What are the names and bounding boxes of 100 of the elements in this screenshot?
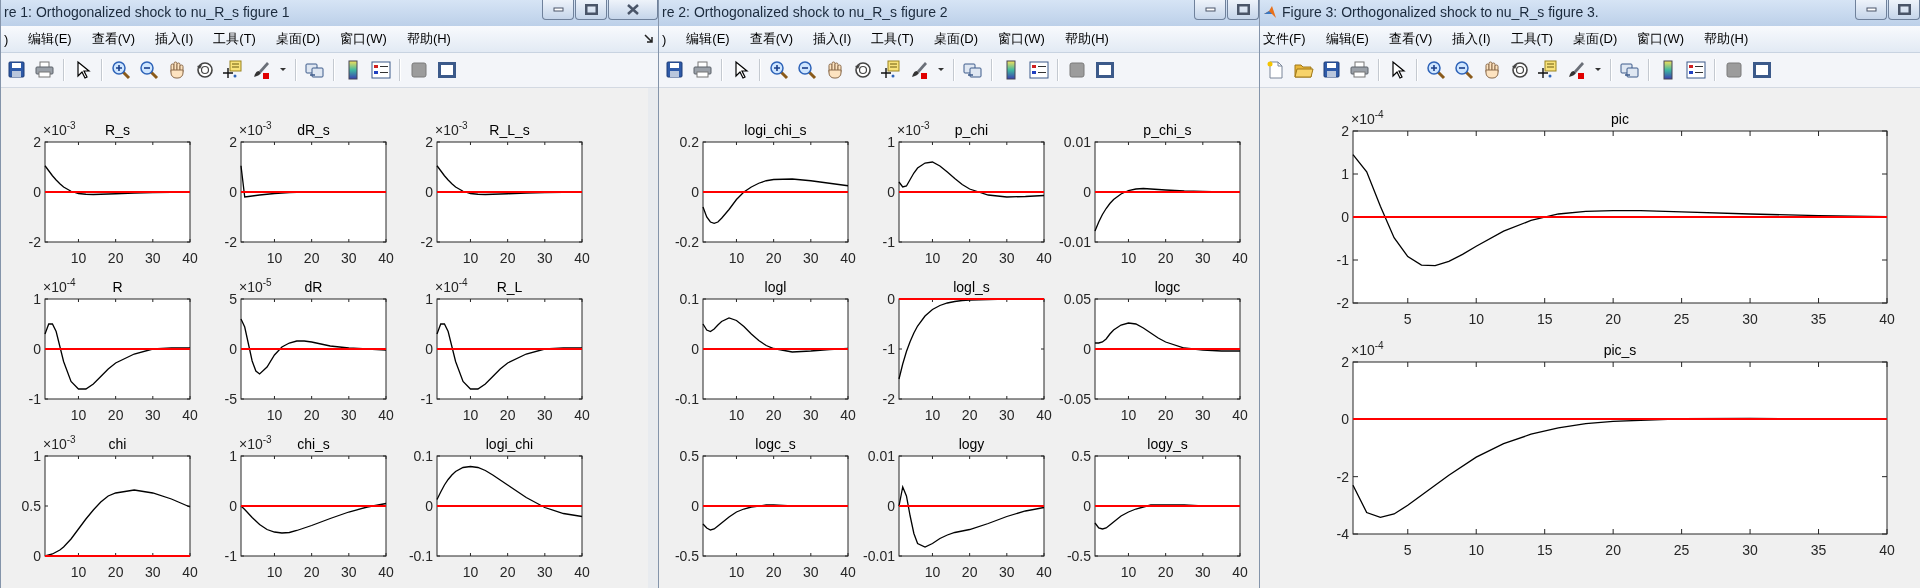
menu-item[interactable]: 桌面(D)	[265, 30, 330, 48]
square-icon[interactable]	[409, 60, 429, 80]
y-tick-label: 2	[229, 134, 237, 150]
minimize-button[interactable]	[542, 0, 574, 20]
maximize-button[interactable]	[1227, 0, 1259, 20]
link-icon[interactable]	[963, 60, 983, 80]
y-tick-label: -0.1	[674, 391, 699, 407]
brush-icon[interactable]	[251, 60, 271, 80]
x-tick-label: 40	[1232, 407, 1248, 423]
menu-item[interactable]: 编辑(E)	[1315, 30, 1379, 48]
window-frame-icon[interactable]	[437, 60, 457, 80]
menu-item[interactable]: 编辑(E)	[18, 30, 82, 48]
printer-icon[interactable]	[1350, 60, 1370, 80]
minimize-button[interactable]	[1855, 0, 1887, 20]
menu-item[interactable]: 插入(I)	[803, 30, 862, 48]
menu-item[interactable]: 帮助(H)	[1694, 30, 1759, 48]
brush-icon[interactable]	[909, 60, 929, 80]
window-frame-icon[interactable]	[1095, 60, 1115, 80]
brush-icon[interactable]	[1566, 60, 1586, 80]
zoom-in-icon[interactable]	[1426, 60, 1446, 80]
hand-icon[interactable]	[167, 60, 187, 80]
link-icon[interactable]	[305, 60, 325, 80]
hand-icon[interactable]	[1482, 60, 1502, 80]
x-tick-label: 35	[1810, 311, 1827, 327]
menu-item[interactable]: 工具(T)	[203, 30, 266, 48]
menu-item[interactable]: 工具(T)	[1500, 30, 1564, 48]
data-cursor-icon[interactable]	[223, 60, 243, 80]
zoom-out-icon[interactable]	[797, 60, 817, 80]
x-tick-label: 20	[499, 564, 516, 580]
menu-item[interactable]: 查看(V)	[81, 30, 146, 48]
x-tick-label: 35	[1810, 542, 1827, 558]
y-tick-label: 1	[229, 448, 237, 464]
menu-item[interactable]: 帮助(H)	[1054, 30, 1119, 48]
menu-item[interactable]: 桌面(D)	[1563, 30, 1628, 48]
y-tick-label: -2	[28, 234, 41, 250]
zoom-in-icon[interactable]	[769, 60, 789, 80]
close-button[interactable]	[608, 0, 658, 20]
printer-icon[interactable]	[35, 60, 55, 80]
y-tick-label: -0.01	[863, 548, 895, 564]
menu-item[interactable]: 窗口(W)	[987, 30, 1055, 48]
x-tick-label: 30	[1195, 407, 1211, 423]
y-tick-label: 0	[425, 341, 433, 357]
menu-item[interactable]: 查看(V)	[1378, 30, 1443, 48]
x-tick-label: 30	[145, 407, 161, 423]
chart-title: p_chi	[954, 122, 989, 138]
axis-exponent: ×10$^{-3}$	[43, 119, 76, 138]
menu-item[interactable]: )	[659, 31, 677, 47]
rotate-icon[interactable]	[195, 60, 215, 80]
menu-item[interactable]: )	[1, 31, 19, 47]
y-tick-label: 1	[33, 291, 41, 307]
menu-item[interactable]: 插入(I)	[145, 30, 204, 48]
legend-icon[interactable]	[1686, 60, 1706, 80]
dock-arrow-icon[interactable]	[644, 34, 654, 44]
minimize-button[interactable]	[1194, 0, 1226, 20]
x-tick-label: 20	[961, 407, 978, 423]
menu-item[interactable]: 帮助(H)	[396, 30, 461, 48]
square-icon[interactable]	[1724, 60, 1744, 80]
axis-exponent: ×10$^{-4}$	[1351, 339, 1384, 358]
y-tick-label: 0.05	[1063, 291, 1091, 307]
maximize-icon	[1897, 4, 1911, 15]
menu-item[interactable]: 窗口(W)	[329, 30, 397, 48]
menu-item[interactable]: 编辑(E)	[676, 30, 740, 48]
legend-icon[interactable]	[371, 60, 391, 80]
y-tick-label: 0.1	[413, 448, 433, 464]
y-tick-label: 1	[425, 291, 433, 307]
menu-item[interactable]: 窗口(W)	[1627, 30, 1695, 48]
chart-title: logy_s	[1147, 436, 1188, 452]
chart-title: logc	[1154, 279, 1181, 295]
link-icon[interactable]	[1620, 60, 1640, 80]
y-tick-label: 0	[33, 341, 41, 357]
x-tick-label: 25	[1673, 542, 1690, 558]
menu-item[interactable]: 查看(V)	[739, 30, 804, 48]
y-tick-label: -2	[1336, 295, 1349, 311]
maximize-button[interactable]	[1888, 0, 1920, 20]
window-frame-icon[interactable]	[1752, 60, 1772, 80]
x-tick-label: 40	[1879, 542, 1895, 558]
hand-icon[interactable]	[825, 60, 845, 80]
x-tick-label: 10	[1120, 564, 1137, 580]
x-tick-label: 30	[537, 564, 553, 580]
printer-icon[interactable]	[693, 60, 713, 80]
rotate-icon[interactable]	[853, 60, 873, 80]
rotate-icon[interactable]	[1510, 60, 1530, 80]
x-tick-label: 30	[999, 250, 1015, 266]
menu-item[interactable]: 工具(T)	[861, 30, 924, 48]
zoom-out-icon[interactable]	[1454, 60, 1474, 80]
data-cursor-icon[interactable]	[881, 60, 901, 80]
maximize-button[interactable]	[575, 0, 607, 20]
menu-item[interactable]: 文件(F)	[1260, 30, 1316, 48]
menu-item[interactable]: 桌面(D)	[923, 30, 988, 48]
square-icon[interactable]	[1067, 60, 1087, 80]
data-cursor-icon[interactable]	[1538, 60, 1558, 80]
y-tick-label: 1	[887, 134, 895, 150]
zoom-in-icon[interactable]	[111, 60, 131, 80]
x-tick-label: 40	[840, 407, 856, 423]
menu-item[interactable]: 插入(I)	[1442, 30, 1501, 48]
legend-icon[interactable]	[1029, 60, 1049, 80]
x-tick-label: 20	[303, 250, 320, 266]
zoom-out-icon[interactable]	[139, 60, 159, 80]
x-tick-label: 40	[182, 564, 198, 580]
x-tick-label: 20	[961, 250, 978, 266]
